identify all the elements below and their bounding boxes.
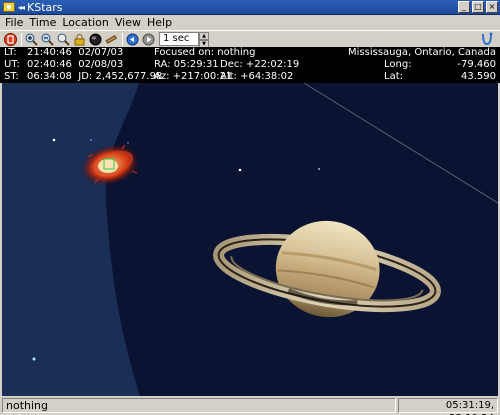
horizon-ground [2,83,140,396]
st-time: 06:34:08 [27,71,72,82]
long-label: Long: [384,59,412,70]
status-object: nothing [2,398,396,413]
minimize-button[interactable]: _ [458,1,470,13]
menu-bar: File Time Location View Help [0,15,500,30]
time-step-field[interactable]: 1 sec [159,32,199,46]
focus-alt: Alt: +64:38:02 [220,71,294,82]
lt-time: 21:40:46 [27,47,72,58]
focus-ra: RA: 05:29:31 [154,59,219,70]
focus-az: Az: +217:00:21 [154,71,233,82]
toolbar-separator [21,32,22,46]
lt-label: LT: [4,47,17,58]
focus-object: Focused on: nothing [154,47,256,58]
jd-label: JD: [78,71,93,82]
ecliptic-line [303,83,498,204]
lock-icon[interactable] [72,32,86,46]
ut-label: UT: [4,59,20,70]
toolbar: 1 sec ▲ ▼ [0,30,500,48]
star[interactable] [238,168,242,172]
lat-label: Lat: [384,71,403,82]
app-icon [3,2,15,12]
sky-map[interactable] [2,83,498,396]
jd-value: 2,452,677.98 [95,71,163,82]
zoom-in-icon[interactable] [24,32,38,46]
status-bar: nothing 05:31:19, +23:10:24 [0,396,500,415]
menu-time[interactable]: Time [29,16,56,29]
menu-view[interactable]: View [115,16,141,29]
close-button[interactable]: × [486,1,498,13]
toolbar-separator [122,32,123,46]
lat-value: 43.590 [461,71,496,82]
title-bar: ◂◂ KStars _ □ × [0,0,500,15]
star[interactable] [127,142,129,144]
lt-date: 02/07/03 [78,47,124,58]
menu-file[interactable]: File [5,16,23,29]
telescope-icon[interactable] [104,32,118,46]
find-icon[interactable] [56,32,70,46]
reset-time-icon[interactable] [125,32,139,46]
long-value: -79.460 [457,59,496,70]
maximize-button[interactable]: □ [472,1,484,13]
window-title: KStars [27,0,63,14]
time-step-spinbox[interactable]: 1 sec ▲ ▼ [159,32,209,48]
saturn[interactable] [211,203,444,336]
sky-map-canvas[interactable] [2,83,498,396]
location-name: Mississauga, Ontario, Canada [348,47,496,58]
focus-info: Focused on: nothing RA: 05:29:31Dec: +22… [154,47,299,83]
status-coordinates: 05:31:19, +23:10:24 [398,398,498,415]
star[interactable] [318,168,320,170]
stop-icon[interactable] [3,32,17,46]
help-whatsthis-icon[interactable] [480,32,494,46]
menu-help[interactable]: Help [147,16,172,29]
menu-location[interactable]: Location [62,16,109,29]
spin-up-icon[interactable]: ▲ [199,32,209,40]
play-icon[interactable] [141,32,155,46]
star[interactable] [90,139,92,141]
globe-icon[interactable] [88,32,102,46]
time-info: LT: 21:40:46 02/07/03 UT: 02:40:46 02/08/0… [4,47,162,83]
location-info: Mississauga, Ontario, Canada Long: -79.46… [346,47,496,83]
star[interactable] [52,138,56,142]
window-menu-icon[interactable]: ◂◂ [18,3,25,12]
zoom-out-icon[interactable] [40,32,54,46]
focus-dec: Dec: +22:02:19 [220,59,300,70]
ut-date: 02/08/03 [78,59,124,70]
st-label: ST: [4,71,19,82]
star[interactable] [32,357,36,361]
ut-time: 02:40:46 [27,59,72,70]
info-panel: LT: 21:40:46 02/07/03 UT: 02:40:46 02/08/0… [0,47,500,83]
